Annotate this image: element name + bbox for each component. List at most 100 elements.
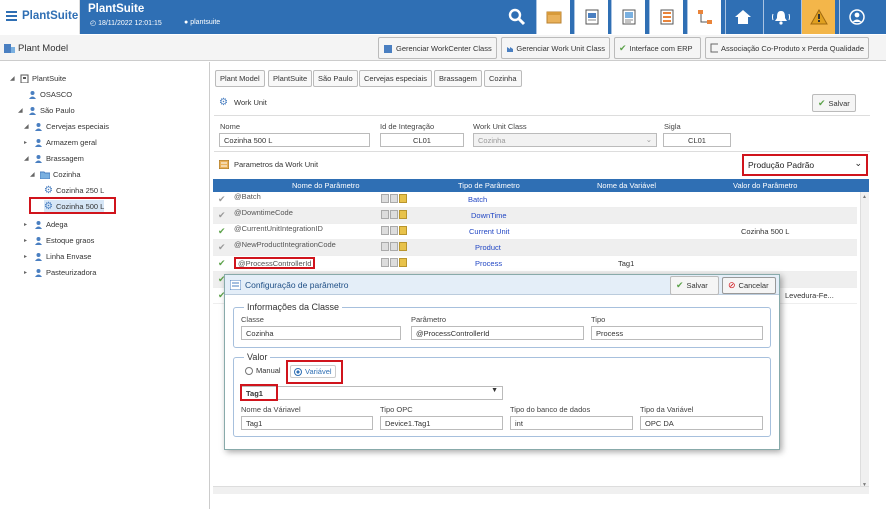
expand-icon[interactable]: ▸ <box>24 139 31 146</box>
work-unit-section-title: Work Unit <box>234 98 267 107</box>
table-row[interactable]: ✔ @CurrentUnitIntegrationID Current Unit Co… <box>213 224 857 240</box>
document-chart-icon[interactable] <box>574 0 608 34</box>
user-name: ● plantsuite <box>184 19 221 26</box>
column-header[interactable]: Tipo de Parâmetro <box>458 181 520 190</box>
table-row[interactable]: ✔ @Batch Batch <box>213 192 857 208</box>
column-header[interactable]: Nome do Parâmetro <box>292 181 360 190</box>
tree-node-cervejas-especiais[interactable]: ◢ Cervejas especiais <box>18 120 109 132</box>
manage-work-unit-class-button[interactable]: Gerenciar Work Unit Class <box>501 37 610 59</box>
edit-icon[interactable] <box>381 242 389 251</box>
dialog-title: Configuração de parâmetro <box>245 280 349 290</box>
radio-label: Variável <box>305 367 332 376</box>
tree-node-pasteurizadora[interactable]: ▸ Pasteurizadora <box>24 266 96 278</box>
edit-icon[interactable] <box>381 210 389 219</box>
tree-node-linha-envase[interactable]: ▸ Linha Envase <box>24 250 91 262</box>
column-header[interactable]: Nome da Variável <box>597 181 656 190</box>
collapse-icon[interactable]: ◢ <box>10 75 17 82</box>
integration-id-field[interactable]: CL01 <box>380 133 464 147</box>
tag-icon[interactable] <box>390 210 398 219</box>
building-icon <box>20 74 29 83</box>
logo-text: PlantSuite <box>22 10 79 22</box>
collapse-icon[interactable]: ◢ <box>24 155 31 162</box>
tipo-opc-field[interactable]: Device1.Tag1 <box>380 416 503 430</box>
breadcrumb-plantsuite[interactable]: PlantSuite <box>268 70 313 87</box>
work-unit-class-select[interactable]: Cozinha ⌄ <box>473 133 657 147</box>
grid-icon[interactable] <box>399 210 407 219</box>
production-profile-select[interactable]: Produção Padrão ⌄ <box>742 154 868 176</box>
co-product-association-button[interactable]: Associação Co-Produto x Perda Qualidade <box>705 37 869 59</box>
tipo-variavel-field[interactable]: OPC DA <box>640 416 763 430</box>
grid-icon[interactable] <box>399 258 407 267</box>
list-icon[interactable] <box>649 0 683 34</box>
row-actions <box>381 226 407 235</box>
breadcrumb-brassagem[interactable]: Brassagem <box>434 70 482 87</box>
variable-select[interactable]: Tag1 ▼ <box>241 386 503 400</box>
check-icon: ✔ <box>218 210 226 220</box>
collapse-icon[interactable]: ◢ <box>18 107 25 114</box>
alarm-icon[interactable] <box>763 0 797 34</box>
warning-icon[interactable] <box>801 0 835 34</box>
grid-icon[interactable] <box>399 242 407 251</box>
tipo-banco-field[interactable]: int <box>510 416 633 430</box>
factory-icon <box>507 45 514 52</box>
tag-icon[interactable] <box>390 226 398 235</box>
tree-node-adega[interactable]: ▸ Adega <box>24 218 68 230</box>
edit-icon[interactable] <box>381 258 389 267</box>
breadcrumb-cervejas-especiais[interactable]: Cervejas especiais <box>359 70 432 87</box>
tree-node-armazem-geral[interactable]: ▸ Armazem geral <box>24 136 97 148</box>
expand-icon[interactable]: ▸ <box>24 253 31 260</box>
tree-node-osasco[interactable]: OSASCO <box>28 88 72 100</box>
collapse-icon[interactable]: ◢ <box>24 123 31 130</box>
tree-node-cozinha-250[interactable]: ⚙ Cozinha 250 L <box>44 184 104 196</box>
parametro-field[interactable]: @ProcessControllerId <box>411 326 584 340</box>
dialog-cancel-button[interactable]: ⊘ Cancelar <box>722 277 776 294</box>
breadcrumb-plant-model[interactable]: Plant Model <box>215 70 265 87</box>
param-type: Product <box>475 243 501 252</box>
sigla-field[interactable]: CL01 <box>663 133 731 147</box>
radio-manual[interactable]: Manual <box>245 366 281 375</box>
tag-icon[interactable] <box>390 258 398 267</box>
button-label: Salvar <box>686 281 708 290</box>
classe-field[interactable]: Cozinha <box>241 326 401 340</box>
edit-icon[interactable] <box>381 194 389 203</box>
menu-icon[interactable] <box>6 11 17 22</box>
search-icon[interactable] <box>500 0 534 34</box>
table-row[interactable]: ✔ @ProcessControllerId Process Tag1 <box>213 256 857 272</box>
tag-icon[interactable] <box>390 242 398 251</box>
tag-icon[interactable] <box>390 194 398 203</box>
table-row[interactable]: ✔ @DowntimeCode DownTime <box>213 208 857 224</box>
edit-icon[interactable] <box>381 226 389 235</box>
grid-icon[interactable] <box>399 226 407 235</box>
tree-node-cozinha[interactable]: ◢ Cozinha <box>30 168 81 180</box>
radio-variavel[interactable]: Variável <box>290 365 336 378</box>
collapse-icon[interactable]: ◢ <box>30 171 37 178</box>
vertical-scrollbar[interactable]: ▲ ▼ <box>860 192 869 490</box>
manage-workcenter-class-button[interactable]: Gerenciar WorkCenter Class <box>378 37 497 59</box>
tipo-field[interactable]: Process <box>591 326 763 340</box>
document-grid-icon[interactable] <box>611 0 645 34</box>
tree-node-plantsuite[interactable]: ◢ PlantSuite <box>10 72 66 84</box>
cancel-icon: ⊘ <box>728 280 736 290</box>
column-header[interactable]: Valor do Parâmetro <box>733 181 797 190</box>
user-icon[interactable] <box>839 0 873 34</box>
tree-node-sao-paulo[interactable]: ◢ São Paulo <box>18 104 75 116</box>
nome-variavel-field[interactable]: Tag1 <box>241 416 373 430</box>
breadcrumb-cozinha[interactable]: Cozinha <box>484 70 522 87</box>
name-field[interactable]: Cozinha 500 L <box>219 133 370 147</box>
table-row[interactable]: ✔ @NewProductIntegrationCode Product <box>213 240 857 256</box>
dialog-save-button[interactable]: ✔ Salvar <box>670 276 719 295</box>
tree-node-brassagem[interactable]: ◢ Brassagem <box>24 152 84 164</box>
erp-interface-button[interactable]: ✔ Interface com ERP <box>614 37 701 59</box>
grid-icon[interactable] <box>399 194 407 203</box>
horizontal-scrollbar[interactable] <box>213 486 869 494</box>
flow-icon[interactable] <box>687 0 721 34</box>
tree-node-estoque-graos[interactable]: ▸ Estoque graos <box>24 234 94 246</box>
box-icon[interactable] <box>536 0 570 34</box>
save-workunit-button[interactable]: ✔ Salvar <box>812 94 856 112</box>
expand-icon[interactable]: ▸ <box>24 237 31 244</box>
expand-icon[interactable]: ▸ <box>24 221 31 228</box>
expand-icon[interactable]: ▸ <box>24 269 31 276</box>
tree-node-cozinha-500[interactable]: ⚙ Cozinha 500 L <box>44 200 105 212</box>
home-icon[interactable] <box>725 0 759 34</box>
breadcrumb-sao-paulo[interactable]: São Paulo <box>313 70 358 87</box>
